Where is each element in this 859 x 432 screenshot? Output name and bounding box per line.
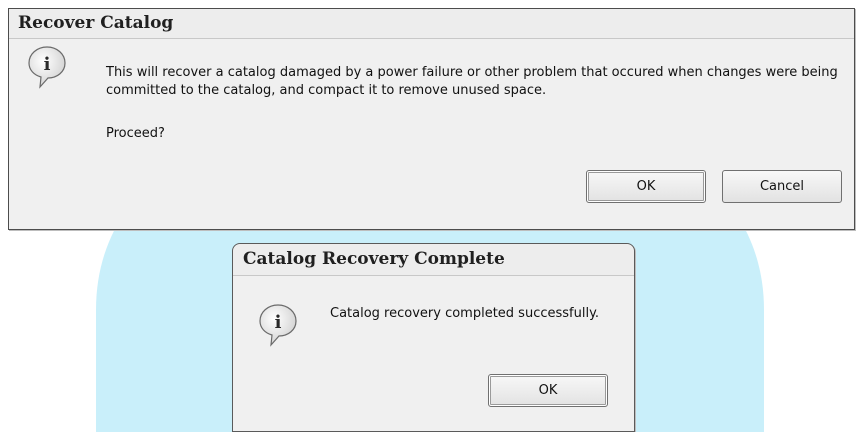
svg-text:i: i	[44, 54, 51, 75]
ok-button[interactable]: OK	[488, 374, 608, 407]
ok-button[interactable]: OK	[586, 170, 706, 203]
dialog-title: Recover Catalog	[9, 9, 854, 39]
svg-text:i: i	[275, 312, 282, 333]
recover-message: This will recover a catalog damaged by a…	[106, 65, 838, 98]
cancel-button[interactable]: Cancel	[722, 170, 842, 203]
dialog-title: Catalog Recovery Complete	[233, 244, 634, 276]
recovery-complete-message: Catalog recovery completed successfully.	[330, 306, 600, 321]
dialog-body	[233, 276, 634, 431]
proceed-prompt: Proceed?	[106, 126, 165, 141]
info-icon: i	[28, 46, 66, 89]
info-icon: i	[259, 304, 297, 347]
